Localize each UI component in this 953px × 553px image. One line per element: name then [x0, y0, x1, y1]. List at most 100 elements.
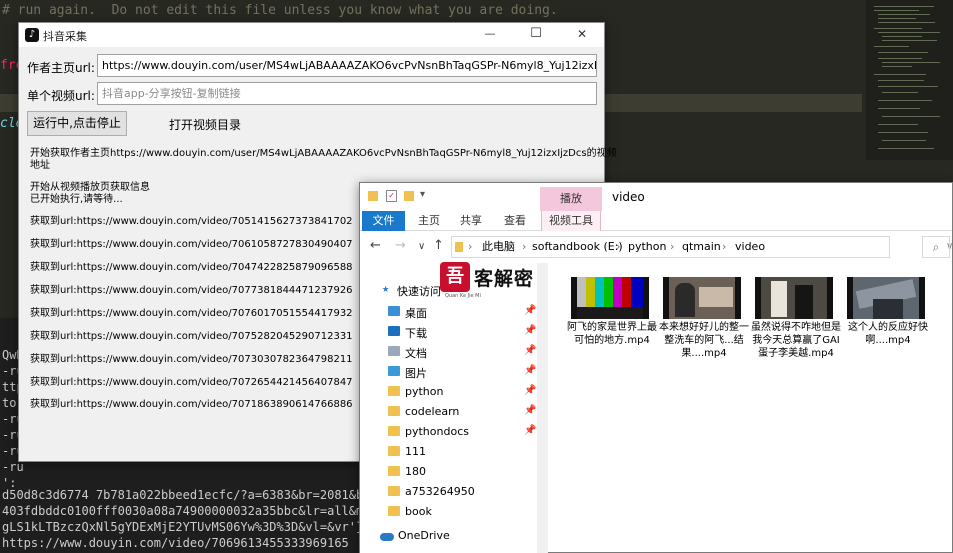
log-line: 获取到url:https://www.douyin.com/video/7072…: [30, 377, 353, 388]
stop-running-button[interactable]: 运行中,点击停止: [27, 111, 127, 136]
open-video-folder-button[interactable]: 打开视频目录: [169, 116, 241, 133]
tab-home[interactable]: 主页: [412, 211, 446, 231]
file-explorer-window: ✓ ▾ 播放 video 文件 主页 共享 查看 视频工具 ← → ∨ ↑ › …: [359, 182, 953, 553]
play-context-tab[interactable]: 播放: [540, 187, 602, 211]
tab-view[interactable]: 查看: [498, 211, 532, 231]
ribbon-tabs: 文件 主页 共享 查看 视频工具: [360, 211, 952, 231]
author-url-label: 作者主页url:: [27, 61, 95, 75]
quick-access-toolbar-dropdown-icon[interactable]: ▾: [420, 189, 425, 200]
up-arrow-icon[interactable]: ↑: [433, 238, 444, 253]
terminal-line: -ru: [2, 460, 24, 474]
breadcrumb-python[interactable]: python: [628, 237, 666, 257]
breadcrumb-drive[interactable]: softandbook (E:): [532, 237, 623, 257]
quick-access-header[interactable]: 快速访问: [397, 283, 441, 299]
log-line: 已开始执行,请等待...: [30, 194, 123, 205]
download-icon: [388, 326, 400, 336]
sidebar-item-180[interactable]: 180: [380, 463, 538, 481]
folder-icon: [368, 191, 378, 201]
log-line: 开始获取作者主页https://www.douyin.com/user/MS4w…: [30, 148, 617, 159]
log-line: 获取到url:https://www.douyin.com/video/7071…: [30, 399, 353, 410]
sidebar-item-documents[interactable]: 文档 📌: [380, 343, 538, 361]
onedrive-cloud-icon: [380, 533, 394, 541]
terminal-line: https://www.douyin.com/video/70696134553…: [2, 536, 349, 550]
sidebar-item-desktop[interactable]: 桌面 📌: [380, 303, 538, 321]
minimize-button[interactable]: —: [467, 23, 513, 47]
log-line: 获取到url:https://www.douyin.com/video/7047…: [30, 262, 353, 273]
explorer-title-bar[interactable]: ✓ ▾ 播放 video: [360, 183, 952, 211]
pin-icon: 📌: [524, 405, 537, 416]
breadcrumb-video[interactable]: video: [735, 237, 765, 257]
log-line: 获取到url:https://www.douyin.com/video/7073…: [30, 354, 353, 365]
tab-file[interactable]: 文件: [362, 211, 405, 231]
log-line: 获取到url:https://www.douyin.com/video/7075…: [30, 331, 353, 342]
file-name: 这个人的反应好快啊....mp4: [848, 322, 928, 346]
video-url-input[interactable]: 抖音app-分享按钮-复制链接: [97, 82, 597, 105]
pin-icon: 📌: [524, 425, 537, 436]
picture-icon: [388, 366, 400, 376]
pin-icon: 📌: [524, 365, 537, 376]
breadcrumb-this-pc[interactable]: 此电脑: [482, 237, 515, 257]
recent-locations-icon[interactable]: ∨: [418, 241, 425, 252]
star-icon: ★: [382, 281, 390, 295]
log-line: 获取到url:https://www.douyin.com/video/7077…: [30, 285, 353, 296]
watermark-logo: 吾 客解密 Quan Ke Jie Mi: [440, 262, 540, 300]
forward-arrow-icon[interactable]: →: [395, 238, 406, 253]
folder-icon: [388, 466, 400, 476]
watermark-badge: 吾: [440, 262, 470, 292]
maximize-button[interactable]: ☐: [513, 23, 559, 47]
douyin-logo-icon: ♪: [25, 28, 39, 42]
document-icon: [388, 346, 400, 356]
watermark-text: 客解密: [474, 268, 535, 290]
pin-icon: 📌: [524, 305, 537, 316]
folder-icon: [388, 386, 400, 396]
author-url-input[interactable]: https://www.douyin.com/user/MS4wLjABAAAA…: [97, 54, 597, 77]
back-arrow-icon[interactable]: ←: [370, 238, 381, 253]
sidebar-item-onedrive[interactable]: OneDrive: [398, 529, 450, 542]
folder-icon: [388, 446, 400, 456]
editor-comment-line: # run again. Do not edit this file unles…: [2, 3, 558, 18]
terminal-line: d50d8c3d6774 7b781a022bbeed1ecfc/?a=6383…: [2, 488, 400, 502]
new-folder-icon[interactable]: [404, 191, 414, 201]
video-thumbnail: [663, 277, 741, 319]
folder-icon: [388, 506, 400, 516]
log-line: 获取到url:https://www.douyin.com/video/7061…: [30, 239, 353, 250]
search-icon[interactable]: ⌕: [922, 236, 950, 258]
log-line: 地址: [30, 160, 50, 171]
video-thumbnail: [755, 277, 833, 319]
sidebar-item-a753264950[interactable]: a753264950: [380, 483, 538, 501]
file-name: 本来想好好儿的整一整洗车的阿飞...结果....mp4: [659, 322, 749, 359]
folder-icon: [388, 406, 400, 416]
sidebar-item-111[interactable]: 111: [380, 443, 538, 461]
sidebar-item-pythondocs[interactable]: pythondocs 📌: [380, 423, 538, 441]
folder-icon: [388, 426, 400, 436]
navigation-pane: ★ 快速访问 桌面 📌 下载 📌 文档 📌 图片 📌 python 📌 code…: [360, 263, 538, 553]
editor-minimap[interactable]: [866, 0, 953, 160]
pin-icon: 📌: [524, 385, 537, 396]
file-name: 虽然说得不咋地但是我今天总算赢了GAI蛋子李美越.mp4: [751, 322, 841, 359]
video-url-label: 单个视频url:: [27, 89, 95, 103]
log-line: 获取到url:https://www.douyin.com/video/7076…: [30, 308, 353, 319]
sidebar-item-downloads[interactable]: 下载 📌: [380, 323, 538, 341]
sidebar-item-book[interactable]: book: [380, 503, 538, 521]
tab-share[interactable]: 共享: [454, 211, 488, 231]
sidebar-item-codelearn[interactable]: codelearn 📌: [380, 403, 538, 421]
sidebar-item-pictures[interactable]: 图片 📌: [380, 363, 538, 381]
log-line: 获取到url:https://www.douyin.com/video/7051…: [30, 216, 353, 227]
video-thumbnail: [847, 277, 925, 319]
close-button[interactable]: ✕: [559, 23, 605, 47]
app-title: 抖音采集: [43, 30, 87, 43]
tab-video-tools[interactable]: 视频工具: [541, 211, 601, 231]
navigation-pane-scrollbar[interactable]: [538, 263, 548, 553]
address-bar[interactable]: › 此电脑 › softandbook (E:) › python › qtma…: [451, 236, 953, 258]
app-title-bar[interactable]: ♪ 抖音采集 — ☐ ✕: [19, 23, 604, 47]
properties-icon[interactable]: ✓: [386, 190, 397, 202]
desktop-icon: [388, 306, 400, 316]
file-name: 阿飞的家是世界上最可怕的地方.mp4: [567, 322, 657, 346]
folder-icon: [388, 486, 400, 496]
breadcrumb-qtmain[interactable]: qtmain: [682, 237, 721, 257]
terminal-line: 403fdbddc0100fff0030a08a74900000032a35bb…: [2, 504, 393, 518]
watermark-subtext: Quan Ke Jie Mi: [445, 293, 481, 299]
terminal-line: to: [2, 396, 17, 410]
sidebar-item-python[interactable]: python 📌: [380, 383, 538, 401]
navigation-bar: ← → ∨ ↑ › 此电脑 › softandbook (E:) › pytho…: [360, 232, 953, 262]
